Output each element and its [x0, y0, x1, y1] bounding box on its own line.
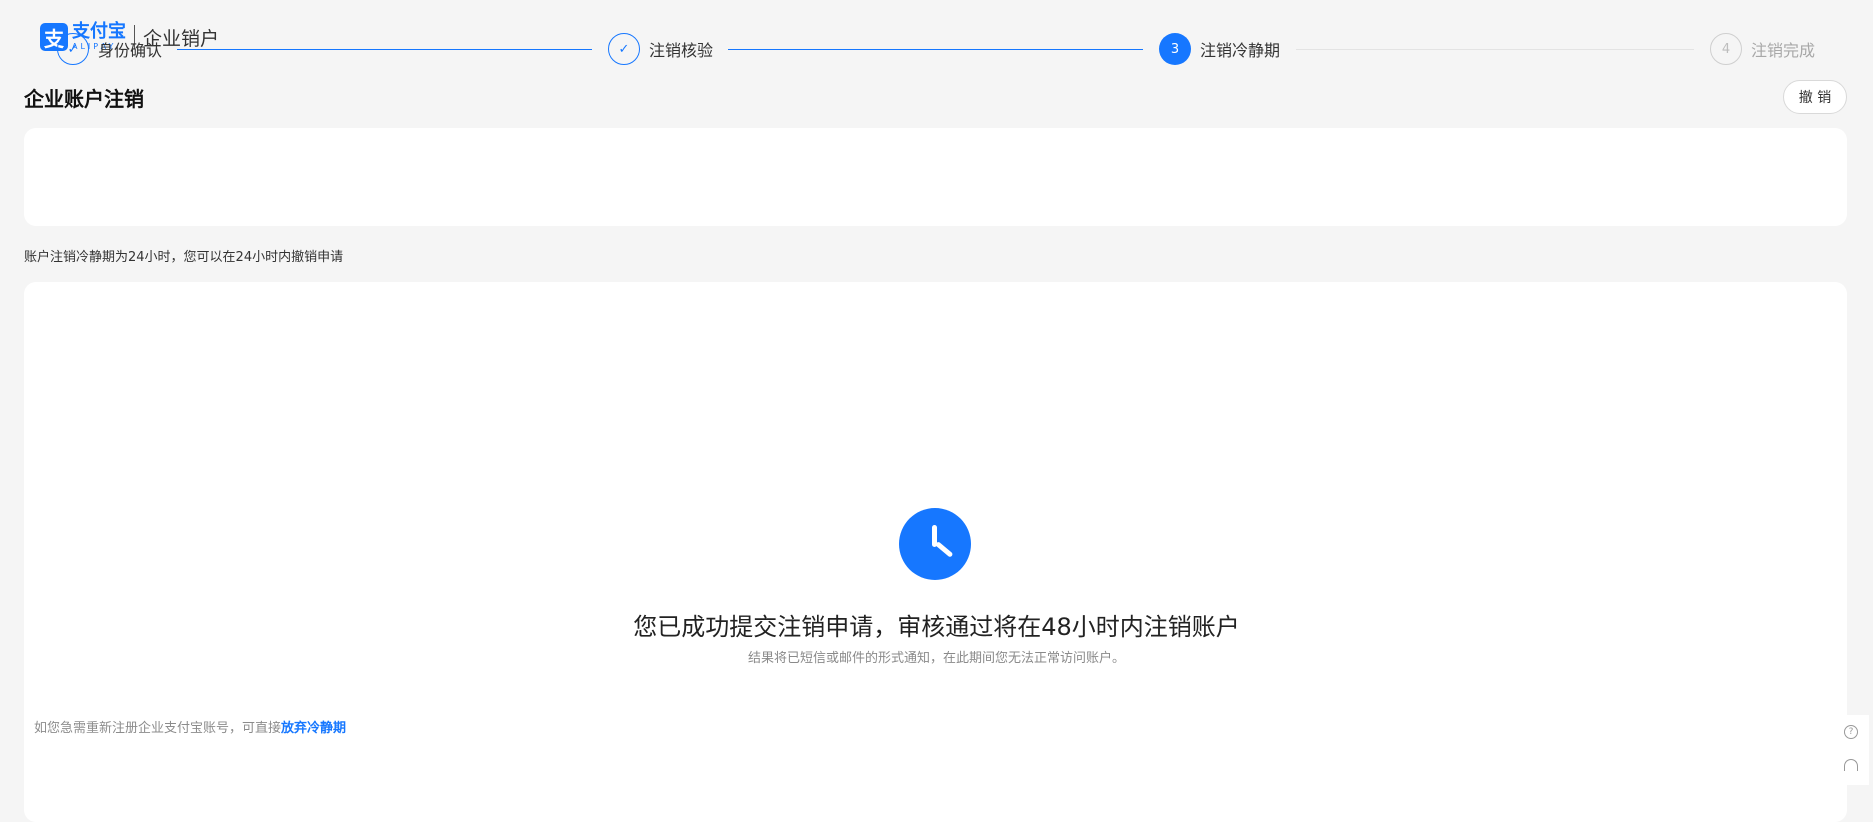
step-complete: 4 注销完成 — [1710, 33, 1815, 65]
step-verification: ✓ 注销核验 — [608, 33, 713, 65]
step-identity-confirm: ✓ 身份确认 — [57, 33, 162, 65]
cooling-period-notice: 账户注销冷静期为24小时，您可以在24小时内撤销申请 — [24, 250, 344, 265]
steps-card — [24, 128, 1847, 226]
result-title: 您已成功提交注销申请，审核通过将在48小时内注销账户 — [633, 613, 1240, 641]
check-icon: ✓ — [608, 33, 640, 65]
abandon-cooling-link[interactable]: 放弃冷静期 — [281, 721, 346, 736]
step-connector — [728, 49, 1143, 50]
step-connector — [1296, 49, 1694, 50]
step-label: 注销冷静期 — [1200, 41, 1281, 60]
restart-text: 如您急需重新注册企业支付宝账号，可直接 — [34, 721, 282, 736]
step-label: 身份确认 — [98, 41, 163, 60]
clock-hand — [934, 541, 954, 558]
side-toolbar: ? — [1833, 715, 1869, 785]
restart-note: 如您急需重新注册企业支付宝账号，可直接放弃冷静期 — [34, 717, 346, 736]
step-connector — [177, 49, 592, 50]
cancel-button[interactable]: 撤 销 — [1783, 80, 1847, 114]
step-number-badge: 4 — [1710, 33, 1742, 65]
top-bar: 支 支付宝 ALIPAY 企业销户 — [0, 0, 1873, 72]
step-label: 注销完成 — [1751, 41, 1816, 60]
page-title: 企业账户注销 — [24, 87, 144, 111]
check-icon: ✓ — [57, 33, 89, 65]
step-cooling-period: 3 注销冷静期 — [1159, 33, 1280, 65]
result-description: 结果将已短信或邮件的形式通知，在此期间您无法正常访问账户。 — [747, 651, 1125, 666]
help-icon[interactable]: ? — [1844, 725, 1858, 739]
step-label: 注销核验 — [649, 41, 714, 60]
clock-icon — [899, 508, 971, 580]
step-number-badge: 3 — [1159, 33, 1191, 65]
customer-service-icon[interactable] — [1844, 759, 1858, 771]
